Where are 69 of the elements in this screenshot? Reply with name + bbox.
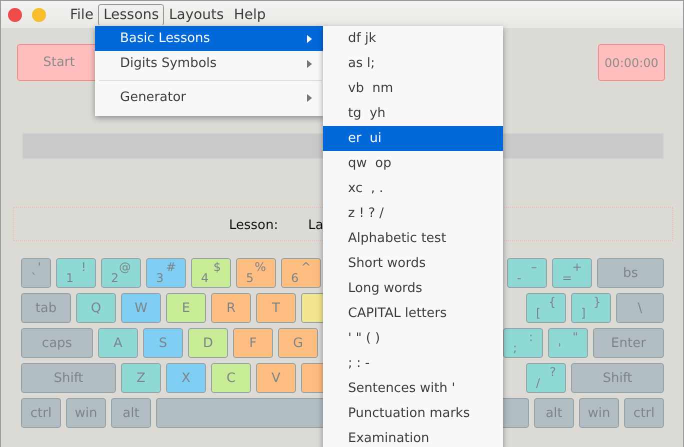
menu-item[interactable]: CAPITAL letters bbox=[323, 301, 503, 326]
keyboard-key: alt bbox=[111, 398, 151, 428]
keyboard-key: Q bbox=[76, 293, 116, 323]
keyboard-key: R bbox=[211, 293, 251, 323]
keyboard-key: Shift bbox=[21, 363, 116, 393]
menu-title[interactable]: File bbox=[65, 4, 98, 26]
menu-item[interactable]: ; : - bbox=[323, 351, 503, 376]
keyboard-key: ] } bbox=[571, 293, 611, 323]
keyboard-key: Shift bbox=[571, 363, 664, 393]
menu-item[interactable]: as l; bbox=[323, 51, 503, 76]
keyboard-key: [ { bbox=[526, 293, 566, 323]
menu-item[interactable]: qw op bbox=[323, 151, 503, 176]
keyboard-key: S bbox=[143, 328, 183, 358]
keyboard-key: win bbox=[579, 398, 619, 428]
keyboard-key: ' " bbox=[548, 328, 588, 358]
menu-item[interactable]: er ui bbox=[323, 126, 503, 151]
keyboard-key: ctrl bbox=[624, 398, 664, 428]
keyboard-key: W bbox=[121, 293, 161, 323]
keyboard-key: E bbox=[166, 293, 206, 323]
menu-item[interactable]: Long words bbox=[323, 276, 503, 301]
keyboard-key: Enter bbox=[593, 328, 664, 358]
keyboard-key: bs bbox=[597, 258, 664, 288]
submenu-arrow-icon bbox=[307, 60, 312, 68]
layout-label: La bbox=[308, 218, 324, 233]
menu-item[interactable]: df jk bbox=[323, 26, 503, 51]
keyboard-key: X bbox=[166, 363, 206, 393]
keyboard-key: ctrl bbox=[21, 398, 61, 428]
keyboard-key: 4 $ bbox=[191, 258, 231, 288]
keyboard-key: 2 @ bbox=[101, 258, 141, 288]
keyboard-key: F bbox=[233, 328, 273, 358]
submenu-arrow-icon bbox=[307, 94, 312, 102]
close-icon[interactable] bbox=[8, 8, 22, 22]
keyboard-key: A bbox=[98, 328, 138, 358]
keyboard-key: 3 # bbox=[146, 258, 186, 288]
menu-item[interactable]: z ! ? / bbox=[323, 201, 503, 226]
keyboard-key: Z bbox=[121, 363, 161, 393]
keyboard-key: win bbox=[66, 398, 106, 428]
keyboard-key: tab bbox=[21, 293, 71, 323]
menu-item[interactable]: tg yh bbox=[323, 101, 503, 126]
menu-item[interactable]: Basic Lessons bbox=[95, 26, 324, 51]
keyboard-key: / ? bbox=[526, 363, 566, 393]
lesson-label: Lesson: bbox=[229, 218, 278, 233]
menu-item[interactable]: Punctuation marks bbox=[323, 401, 503, 426]
keyboard-key: V bbox=[256, 363, 296, 393]
menu-item[interactable]: Generator bbox=[95, 85, 324, 110]
submenu-arrow-icon bbox=[307, 34, 312, 42]
keyboard-key: G bbox=[278, 328, 318, 358]
keyboard-key: 5 % bbox=[236, 258, 276, 288]
keyboard-key: caps bbox=[21, 328, 93, 358]
keyboard-key: D bbox=[188, 328, 228, 358]
menu-item[interactable]: Short words bbox=[323, 251, 503, 276]
keyboard-key: T bbox=[256, 293, 296, 323]
keyboard-key: ` ' bbox=[21, 258, 51, 288]
menu-item[interactable]: Alphabetic test bbox=[323, 226, 503, 251]
menu-item[interactable]: Examination bbox=[323, 426, 503, 447]
keyboard-key: 6 ^ bbox=[281, 258, 321, 288]
keyboard-key: = + bbox=[552, 258, 592, 288]
keyboard-key: C bbox=[211, 363, 251, 393]
keyboard-key: ; : bbox=[503, 328, 543, 358]
keyboard-key: alt bbox=[534, 398, 574, 428]
menu-item[interactable]: ' " ( ) bbox=[323, 326, 503, 351]
menu-title[interactable]: Help bbox=[228, 4, 271, 26]
menu-title[interactable]: Layouts bbox=[164, 4, 229, 26]
keyboard-key: 1 ! bbox=[56, 258, 96, 288]
menu-item[interactable]: Sentences with ' bbox=[323, 376, 503, 401]
menu-item[interactable]: xc , . bbox=[323, 176, 503, 201]
keyboard-key: \ bbox=[616, 293, 664, 323]
keyboard-key: - – bbox=[507, 258, 547, 288]
menu-item[interactable]: vb nm bbox=[323, 76, 503, 101]
